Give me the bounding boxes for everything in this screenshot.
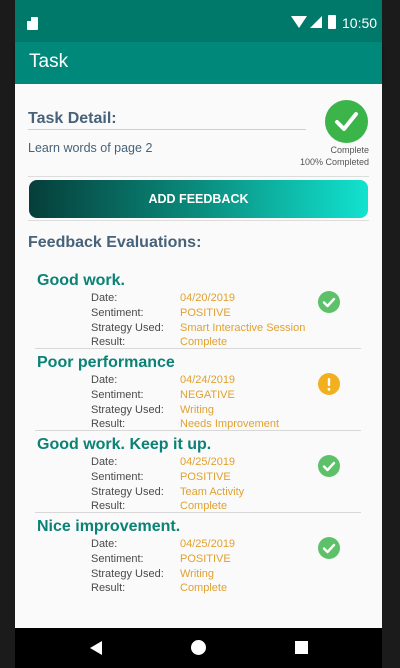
strategy-label: Strategy Used: <box>91 568 164 580</box>
divider <box>28 176 369 177</box>
evaluation-heading: Nice improvement. <box>37 518 181 535</box>
divider <box>28 220 369 221</box>
task-detail-label: Task Detail: <box>28 110 117 127</box>
task-description: Learn words of page 2 <box>28 141 153 155</box>
date-value: 04/25/2019 <box>180 456 236 468</box>
task-percent-text: 100% Completed <box>299 157 369 167</box>
strategy-value: Team Activity <box>180 486 245 498</box>
strategy-label: Strategy Used: <box>91 322 164 334</box>
app-bar: Task <box>15 42 382 84</box>
date-label: Date: <box>91 292 118 304</box>
navigation-bar <box>15 628 382 668</box>
sentiment-value: POSITIVE <box>180 553 231 565</box>
result-value: Complete <box>180 582 228 594</box>
phone-screen: 10:50 Task Task Detail: Learn words of p… <box>15 0 382 668</box>
battery-icon <box>328 15 336 29</box>
task-detail-content: Task Detail: Learn words of page 2 Compl… <box>15 84 382 628</box>
date-label: Date: <box>91 538 118 550</box>
strategy-value: Writing <box>180 568 215 580</box>
result-label: Result: <box>91 418 126 430</box>
recents-icon[interactable] <box>295 641 308 654</box>
evaluation-card[interactable]: Poor performance Date: 04/24/2019 Sentim… <box>35 350 361 431</box>
task-status-text: Complete <box>330 145 369 155</box>
date-label: Date: <box>91 456 118 468</box>
evaluation-heading: Good work. Keep it up. <box>37 436 212 453</box>
sentiment-label: Sentiment: <box>91 471 144 483</box>
back-icon[interactable] <box>90 641 102 655</box>
status-time: 10:50 <box>342 15 378 31</box>
task-complete-check-icon <box>325 100 368 143</box>
evaluation-card[interactable]: Good work. Keep it up. Date: 04/25/2019 … <box>35 432 361 513</box>
strategy-label: Strategy Used: <box>91 404 164 416</box>
task-detail-divider <box>28 129 306 130</box>
evaluation-heading: Good work. <box>37 272 125 289</box>
evaluation-card[interactable]: Good work. Date: 04/20/2019 Sentiment: P… <box>35 268 361 349</box>
add-feedback-button[interactable]: ADD FEEDBACK <box>29 180 368 218</box>
sentiment-value: NEGATIVE <box>180 389 235 401</box>
status-bar: 10:50 <box>15 0 382 42</box>
warning-circle-icon <box>318 373 340 395</box>
strategy-label: Strategy Used: <box>91 486 164 498</box>
date-value: 04/20/2019 <box>180 292 236 304</box>
strategy-value: Smart Interactive Session <box>180 322 306 334</box>
strategy-value: Writing <box>180 404 215 416</box>
sentiment-label: Sentiment: <box>91 389 144 401</box>
check-circle-icon <box>318 537 340 559</box>
app-bar-title: Task <box>29 51 69 72</box>
home-icon[interactable] <box>191 640 206 655</box>
result-label: Result: <box>91 500 126 512</box>
sentiment-value: POSITIVE <box>180 471 231 483</box>
evaluation-card[interactable]: Nice improvement. Date: 04/25/2019 Senti… <box>35 514 361 595</box>
date-value: 04/24/2019 <box>180 374 236 386</box>
evaluation-heading: Poor performance <box>37 354 175 371</box>
check-circle-icon <box>318 291 340 313</box>
result-label: Result: <box>91 582 126 594</box>
sentiment-label: Sentiment: <box>91 307 144 319</box>
result-value: Complete <box>180 500 228 512</box>
sentiment-value: POSITIVE <box>180 307 231 319</box>
sd-card-icon <box>27 17 38 30</box>
sentiment-label: Sentiment: <box>91 553 144 565</box>
result-value: Complete <box>180 336 228 348</box>
date-label: Date: <box>91 374 118 386</box>
result-label: Result: <box>91 336 126 348</box>
feedback-evaluations-heading: Feedback Evaluations: <box>28 234 202 251</box>
check-circle-icon <box>318 455 340 477</box>
cell-signal-icon <box>310 16 322 28</box>
result-value: Needs Improvement <box>180 418 280 430</box>
wifi-icon <box>291 16 307 28</box>
date-value: 04/25/2019 <box>180 538 236 550</box>
